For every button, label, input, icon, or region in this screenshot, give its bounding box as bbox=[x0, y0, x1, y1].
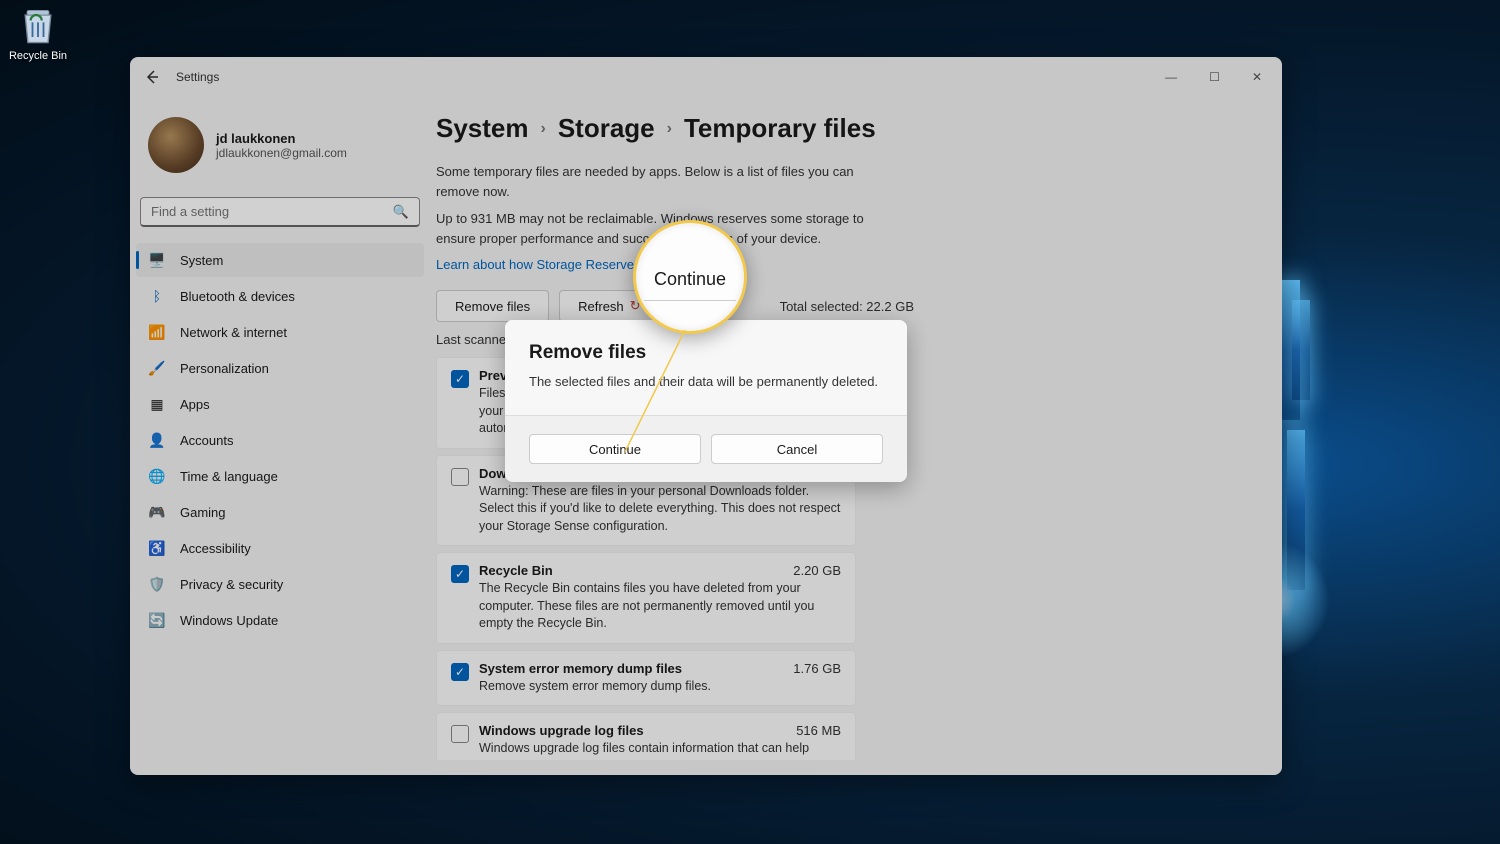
dialog-title: Remove files bbox=[529, 342, 883, 364]
remove-files-dialog: Remove files The selected files and thei… bbox=[505, 320, 907, 482]
recycle-bin-label: Recycle Bin bbox=[9, 50, 67, 62]
magnifier-text: Continue bbox=[644, 253, 736, 301]
dialog-message: The selected files and their data will b… bbox=[529, 374, 883, 389]
cancel-button[interactable]: Cancel bbox=[711, 434, 883, 464]
magnifier-callout: Continue bbox=[633, 220, 747, 334]
continue-button[interactable]: Continue bbox=[529, 434, 701, 464]
recycle-bin-desktop-icon[interactable]: Recycle Bin bbox=[4, 4, 72, 62]
recycle-bin-icon bbox=[16, 4, 60, 48]
